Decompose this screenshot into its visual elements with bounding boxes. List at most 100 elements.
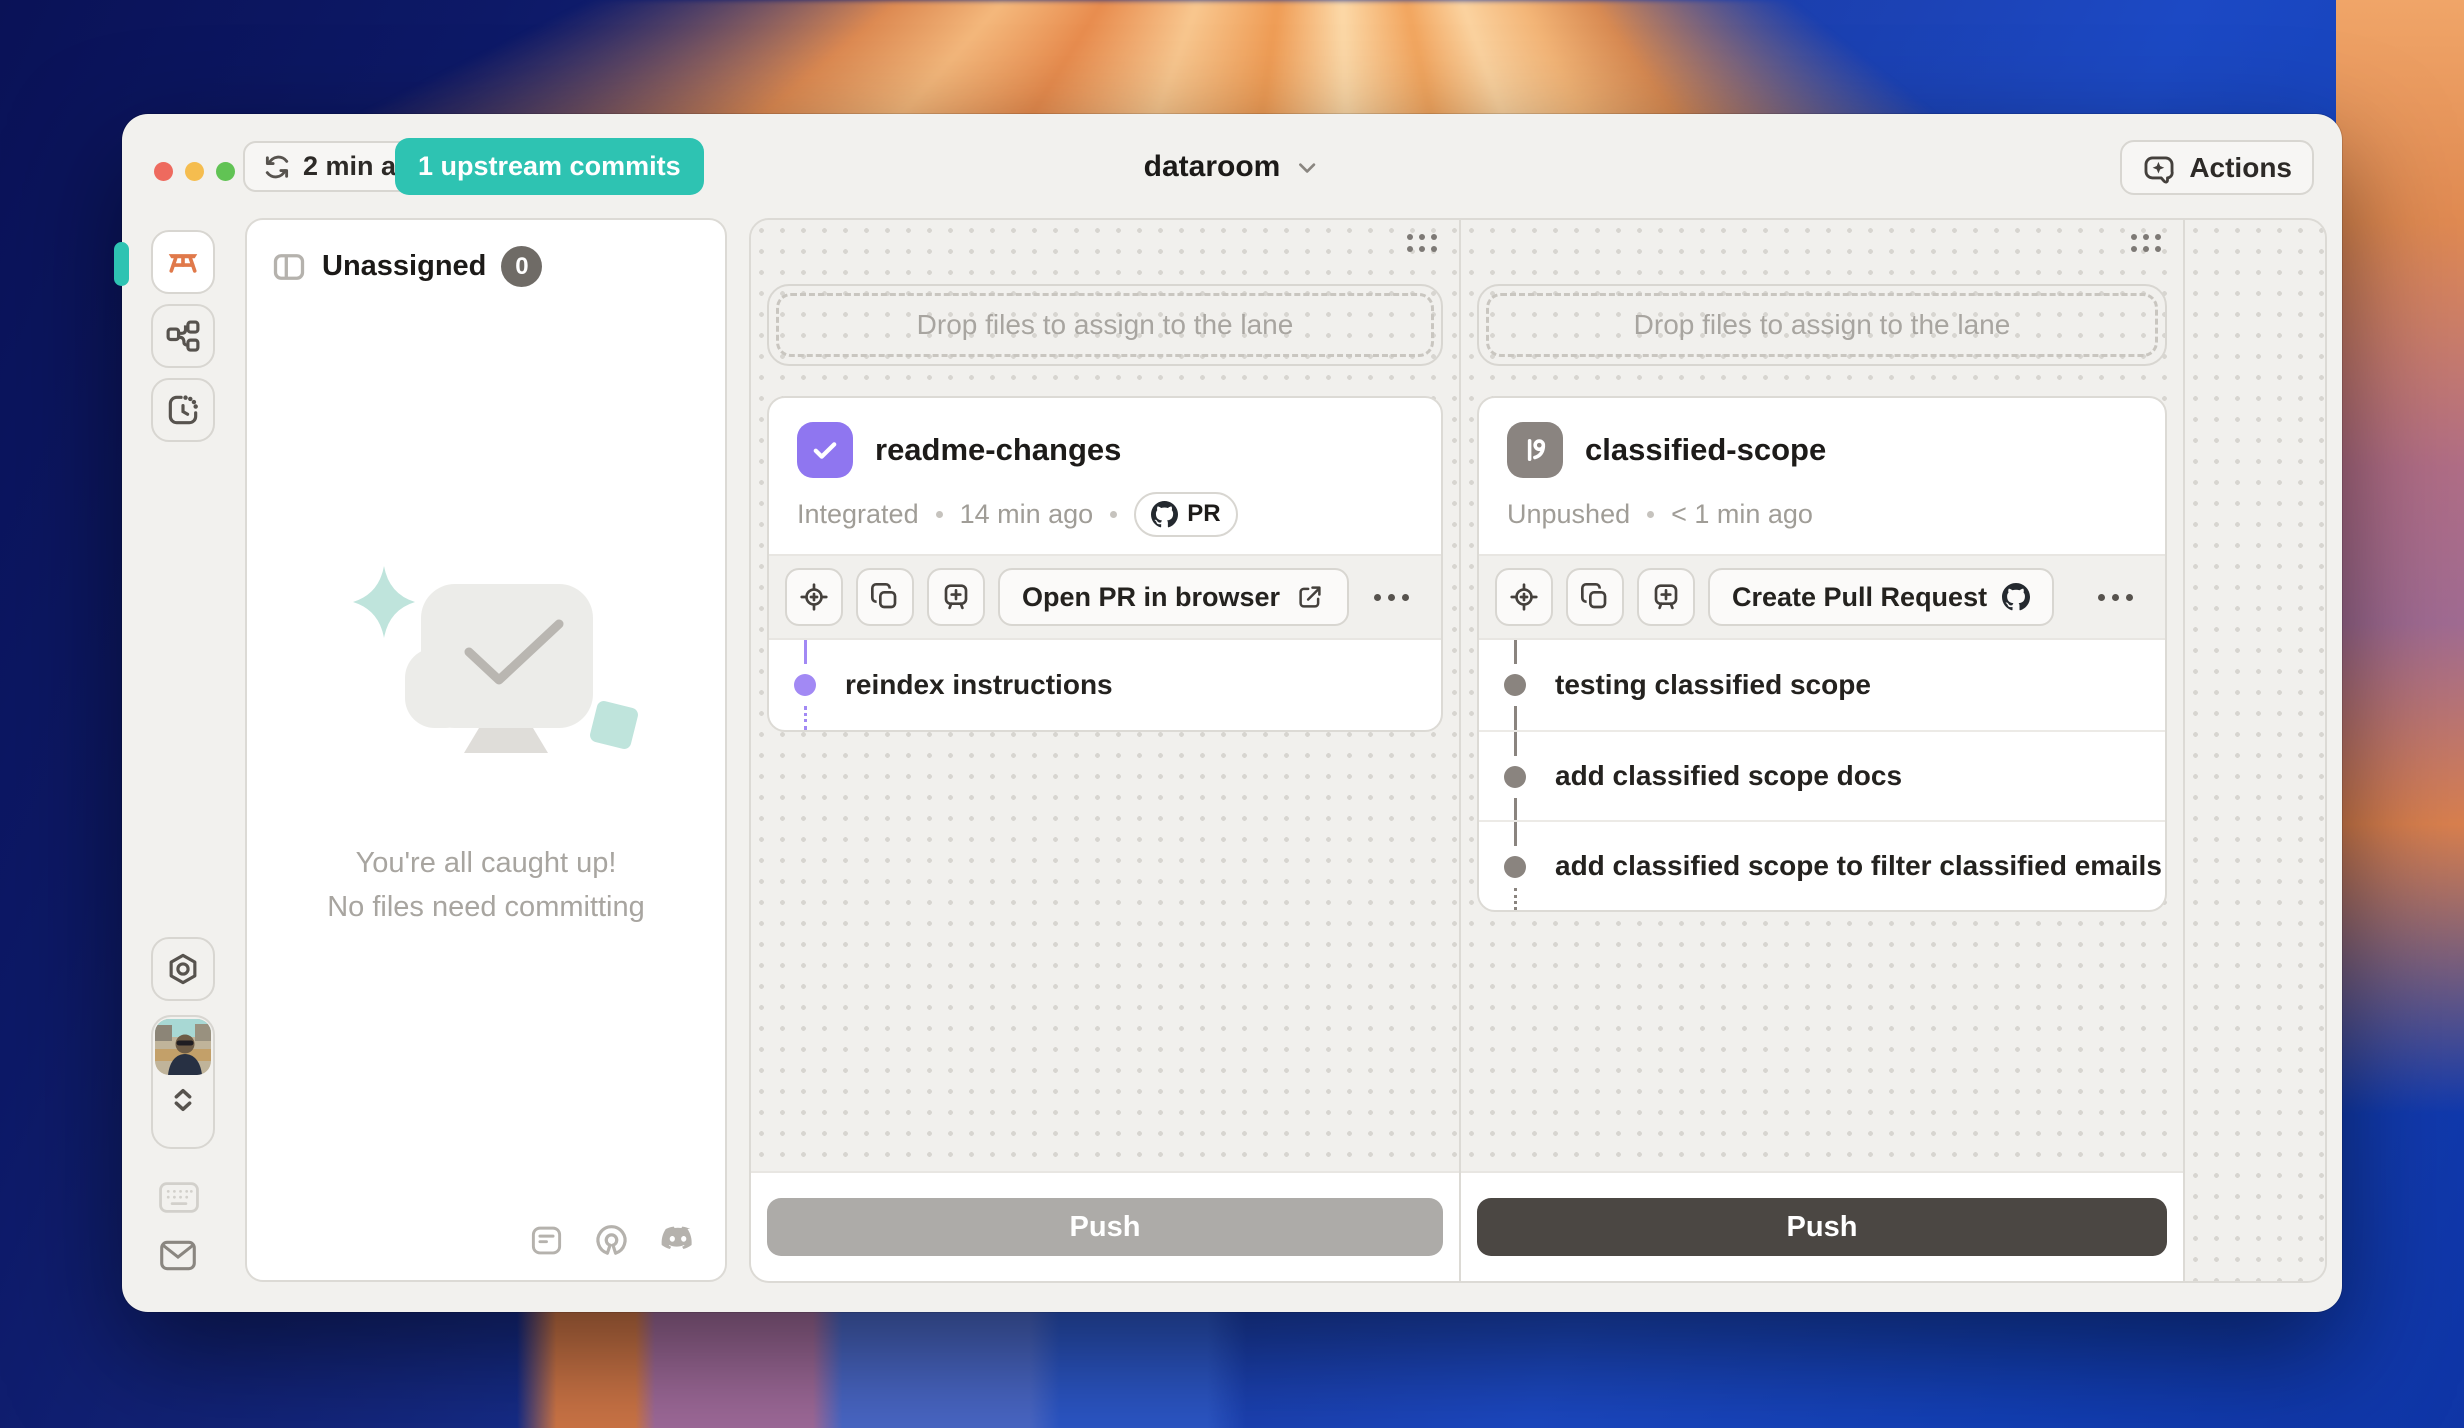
commit-row[interactable]: reindex instructions xyxy=(769,640,1441,730)
dot-separator xyxy=(1110,511,1117,518)
create-pr-button[interactable]: Create Pull Request xyxy=(1708,568,2054,626)
commit-list: testing classified scope add classified … xyxy=(1479,640,2165,910)
github-icon xyxy=(2002,583,2030,611)
history-clock-icon xyxy=(164,391,202,429)
wallpaper-bottom-rays xyxy=(517,1299,1503,1428)
branch-toolbar: Create Pull Request xyxy=(1479,554,2165,640)
project-name: dataroom xyxy=(1144,150,1281,184)
discord-button[interactable] xyxy=(659,1225,697,1256)
sync-icon xyxy=(262,152,292,182)
desktop: 2 min ago 1 upstream commits dataroom Ac… xyxy=(0,0,2464,1428)
lane-readme-changes: Drop files to assign to the lane readme-… xyxy=(751,220,1459,1281)
wallpaper-right-edge xyxy=(2336,0,2464,1114)
traffic-lights xyxy=(154,162,235,181)
lane-1-dropzone[interactable]: Drop files to assign to the lane xyxy=(767,284,1443,366)
empty-lane-area xyxy=(2183,220,2325,1281)
empty-state-line1: You're all caught up! xyxy=(327,841,645,885)
commit-row[interactable]: add classified scope docs xyxy=(1479,730,2165,820)
lane-classified-scope: Drop files to assign to the lane classif… xyxy=(1459,220,2183,1281)
github-icon xyxy=(1151,501,1178,528)
keyboard-shortcuts-button[interactable] xyxy=(159,1182,199,1218)
copy-branch-button[interactable] xyxy=(856,568,914,626)
copy-branch-button[interactable] xyxy=(1566,568,1624,626)
lane-1-canvas: Drop files to assign to the lane readme-… xyxy=(751,220,1459,1171)
branch-name[interactable]: readme-changes xyxy=(875,432,1121,468)
branch-card-header: classified-scope Unpushed < 1 min ago xyxy=(1479,398,2165,554)
settings-gear-icon xyxy=(165,951,201,987)
sidebar-item-history[interactable] xyxy=(151,378,215,442)
switcher-chevrons-icon xyxy=(167,1084,199,1116)
workspace-table-icon xyxy=(164,243,202,281)
lane-2-drag-handle[interactable] xyxy=(2131,234,2161,252)
open-pr-button[interactable]: Open PR in browser xyxy=(998,568,1349,626)
pr-chip-label: PR xyxy=(1187,500,1220,528)
new-commit-button[interactable] xyxy=(927,568,985,626)
split-view-icon xyxy=(271,249,307,285)
empty-state: You're all caught up! No files need comm… xyxy=(247,556,725,929)
lane-1-drag-handle[interactable] xyxy=(1407,234,1437,252)
profile-switcher[interactable] xyxy=(151,1015,215,1149)
commit-dot xyxy=(1504,856,1526,878)
lanes-container: Drop files to assign to the lane readme-… xyxy=(749,218,2327,1283)
open-source-button[interactable] xyxy=(594,1223,629,1258)
feedback-mail-button[interactable] xyxy=(159,1240,197,1276)
integrated-branch-icon xyxy=(797,422,853,478)
branch-more-button[interactable] xyxy=(1370,584,1413,611)
zoom-window-button[interactable] xyxy=(216,162,235,181)
commit-message: testing classified scope xyxy=(1555,669,1871,701)
branch-card-readme-changes: readme-changes Integrated 14 min ago PR xyxy=(767,396,1443,732)
unassigned-count-badge: 0 xyxy=(501,246,542,287)
settings-button[interactable] xyxy=(151,937,215,1001)
commit-message: add classified scope docs xyxy=(1555,760,1902,792)
changelog-button[interactable] xyxy=(529,1223,564,1258)
create-pr-label: Create Pull Request xyxy=(1732,582,1987,613)
unassigned-panel: Unassigned 0 You're all caught up! No fi… xyxy=(245,218,727,1282)
assign-changes-button[interactable] xyxy=(1495,568,1553,626)
commit-dot xyxy=(1504,674,1526,696)
gitbutler-window: 2 min ago 1 upstream commits dataroom Ac… xyxy=(122,114,2342,1312)
branch-status: Unpushed xyxy=(1507,499,1630,530)
pr-chip[interactable]: PR xyxy=(1134,492,1237,537)
external-link-icon xyxy=(1295,582,1325,612)
unassigned-header: Unassigned 0 xyxy=(247,220,725,313)
branches-graph-icon xyxy=(164,317,202,355)
commit-dot xyxy=(1504,766,1526,788)
branch-meta: Integrated 14 min ago PR xyxy=(797,492,1413,536)
close-window-button[interactable] xyxy=(154,162,173,181)
virtual-branch-icon xyxy=(1507,422,1563,478)
sidebar-item-workspace[interactable] xyxy=(151,230,215,294)
branch-meta: Unpushed < 1 min ago xyxy=(1507,492,2137,536)
dot-separator xyxy=(1647,511,1654,518)
lane-2-dropzone[interactable]: Drop files to assign to the lane xyxy=(1477,284,2167,366)
sidebar-item-branches[interactable] xyxy=(151,304,215,368)
commit-row[interactable]: add classified scope to filter classifie… xyxy=(1479,820,2165,910)
branch-time: 14 min ago xyxy=(960,499,1094,530)
open-pr-label: Open PR in browser xyxy=(1022,582,1280,613)
panel-footer-links xyxy=(529,1223,697,1258)
project-switcher[interactable]: dataroom xyxy=(1144,114,1321,220)
upstream-commits-badge[interactable]: 1 upstream commits xyxy=(395,138,704,195)
push-button[interactable]: Push xyxy=(1477,1198,2167,1256)
branch-card-classified-scope: classified-scope Unpushed < 1 min ago xyxy=(1477,396,2167,912)
commit-list: reindex instructions xyxy=(769,640,1441,730)
branch-status: Integrated xyxy=(797,499,919,530)
active-project-indicator xyxy=(114,242,129,286)
empty-state-line2: No files need committing xyxy=(327,885,645,929)
drop-hint-label: Drop files to assign to the lane xyxy=(917,309,1294,341)
assign-changes-button[interactable] xyxy=(785,568,843,626)
chevron-down-icon xyxy=(1293,154,1320,181)
actions-label: Actions xyxy=(2189,152,2292,184)
dot-separator xyxy=(936,511,943,518)
branch-more-button[interactable] xyxy=(2094,584,2137,611)
commit-row[interactable]: testing classified scope xyxy=(1479,640,2165,730)
lane-2-footer: Push xyxy=(1461,1171,2183,1281)
actions-sparkle-icon xyxy=(2142,151,2176,185)
commit-message: add classified scope to filter classifie… xyxy=(1555,850,2162,882)
commit-dot xyxy=(794,674,816,696)
branch-name[interactable]: classified-scope xyxy=(1585,432,1826,468)
actions-button[interactable]: Actions xyxy=(2120,140,2314,195)
unassigned-title: Unassigned xyxy=(322,250,486,283)
push-button[interactable]: Push xyxy=(767,1198,1443,1256)
new-commit-button[interactable] xyxy=(1637,568,1695,626)
minimize-window-button[interactable] xyxy=(185,162,204,181)
